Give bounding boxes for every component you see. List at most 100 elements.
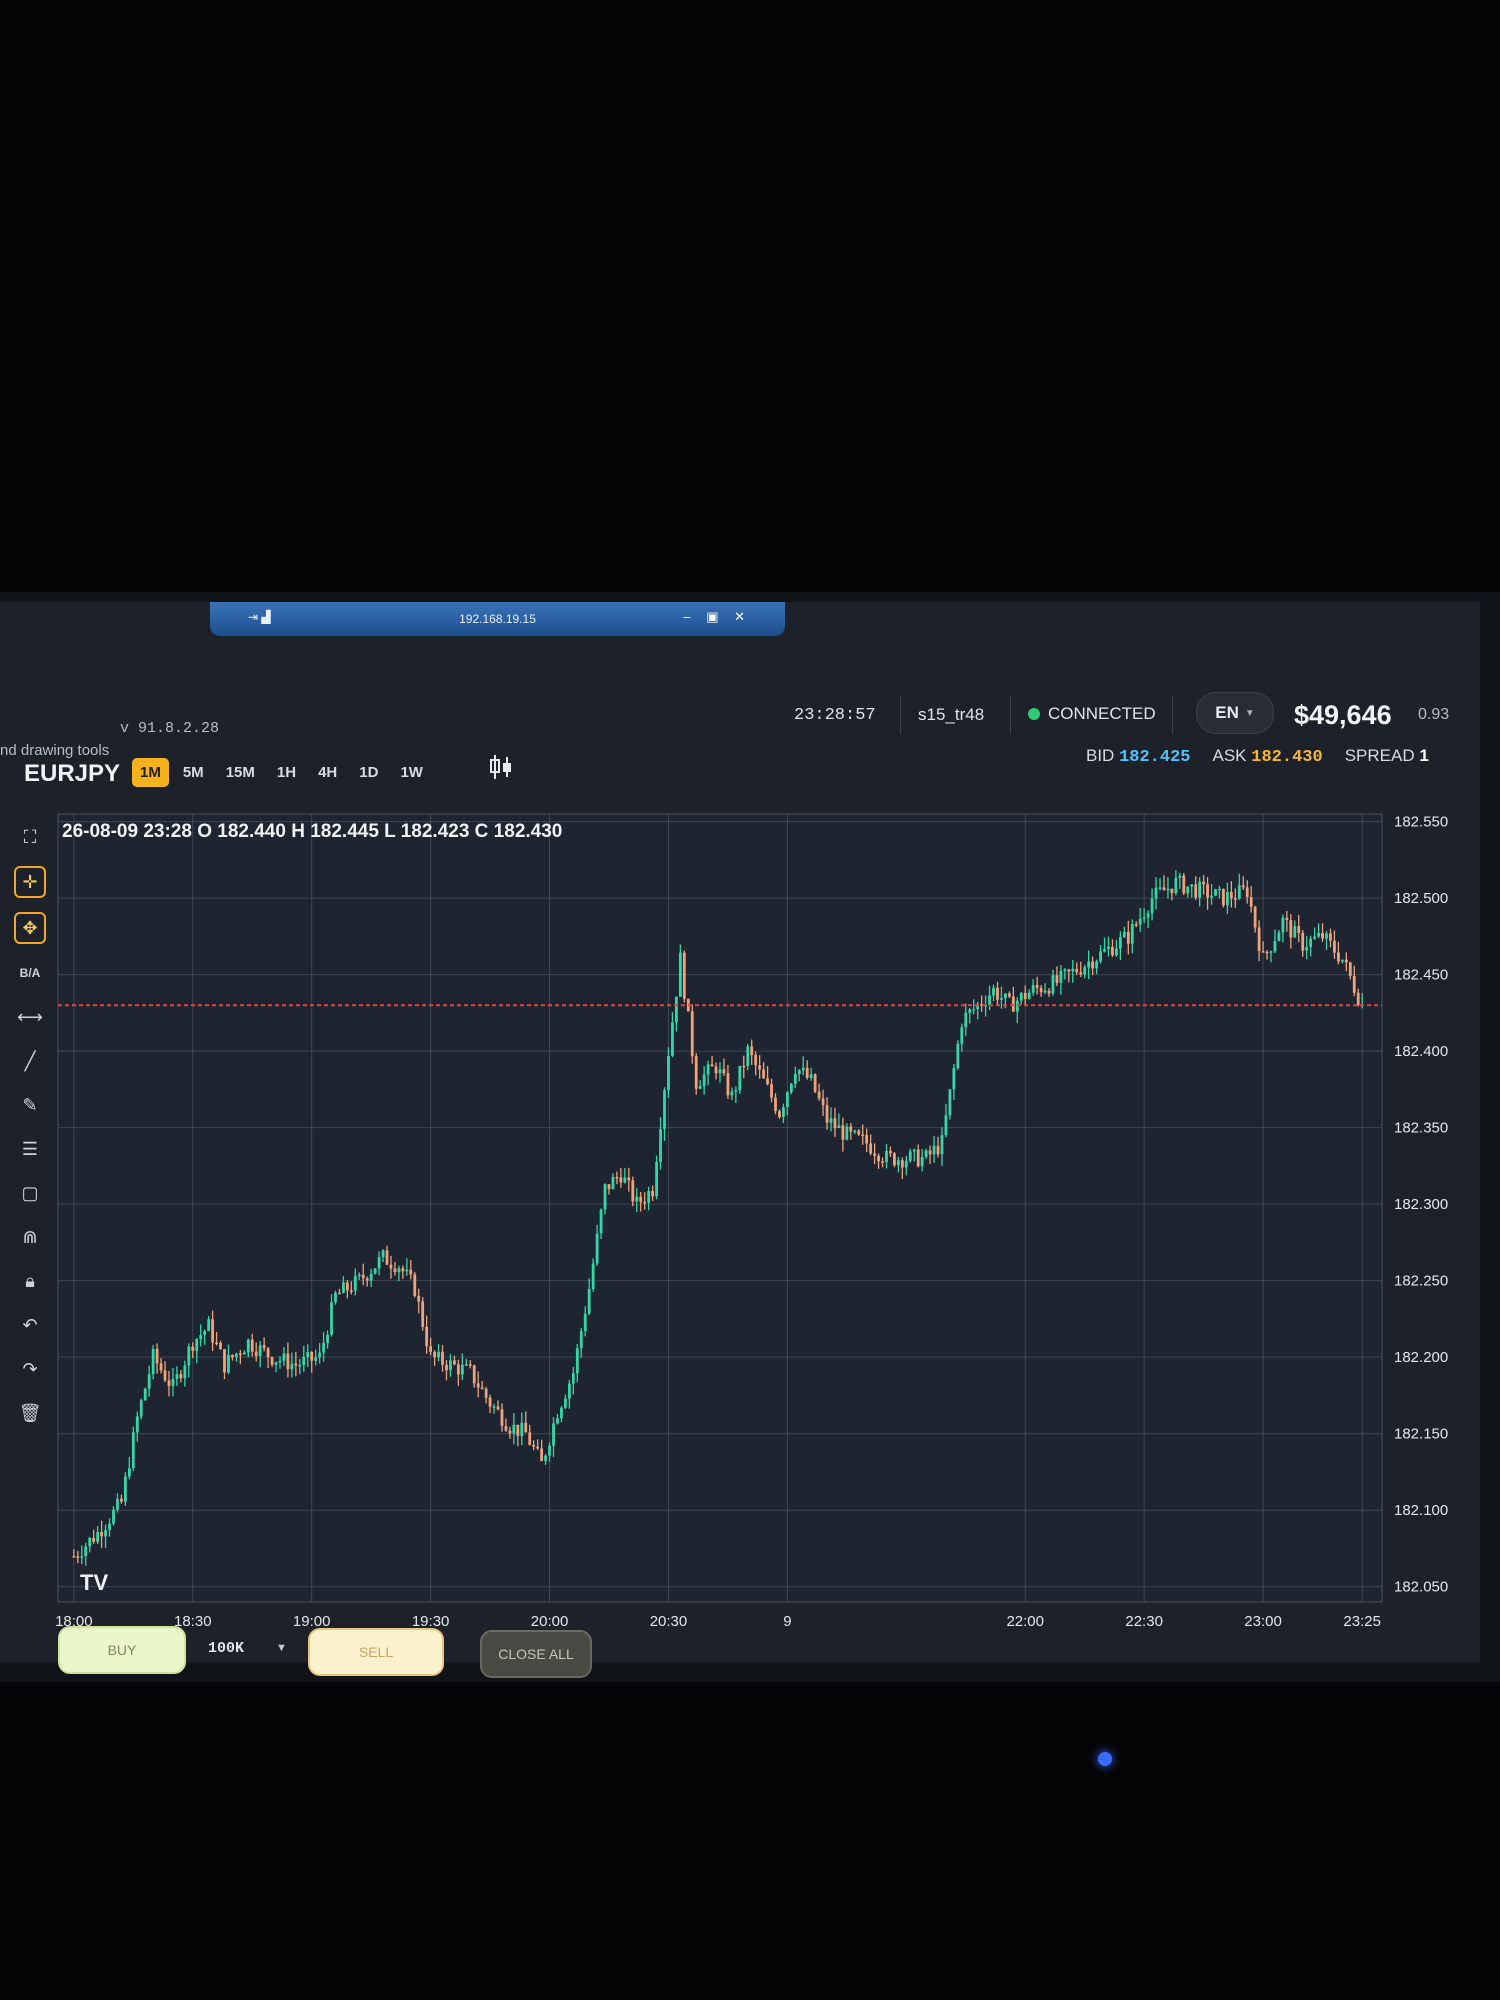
candle-body: [1297, 926, 1301, 933]
candle-body: [373, 1268, 377, 1274]
candle-body: [611, 1177, 615, 1190]
plot-area: [57, 813, 1383, 1603]
candle-body: [250, 1339, 254, 1352]
candle-body: [1257, 927, 1261, 952]
fullscreen-icon[interactable]: ⛶: [15, 822, 45, 852]
candle-body: [84, 1546, 88, 1557]
undo-icon[interactable]: ↶: [15, 1310, 45, 1340]
candle-body: [1174, 877, 1178, 894]
candle-body: [282, 1353, 286, 1361]
candle-body: [587, 1289, 591, 1314]
trash-icon[interactable]: 🗑︎: [15, 1398, 45, 1428]
timeframe-1d[interactable]: 1D: [351, 758, 386, 787]
candle-body: [1329, 933, 1332, 941]
fibonacci-icon[interactable]: ☰: [15, 1134, 45, 1164]
crosshair-icon[interactable]: ✛: [14, 866, 46, 898]
divider: [1172, 696, 1173, 734]
candle-body: [231, 1354, 234, 1358]
candle-body: [429, 1346, 433, 1352]
candle-body: [655, 1161, 658, 1197]
candle-body: [508, 1430, 512, 1434]
language-select[interactable]: EN ▼: [1196, 692, 1274, 734]
candle-body: [191, 1346, 195, 1351]
candle-body: [591, 1263, 595, 1290]
candle-body: [159, 1363, 163, 1371]
candle-body: [988, 995, 991, 1005]
close-all-button[interactable]: CLOSE ALL: [480, 1630, 592, 1678]
chevron-down-icon[interactable]: ▼: [276, 1642, 287, 1654]
connection-status: CONNECTED: [1028, 704, 1156, 724]
sell-button[interactable]: SELL: [308, 1628, 444, 1676]
candle-body: [207, 1319, 211, 1331]
candle-body: [853, 1130, 857, 1133]
lock-icon[interactable]: 🔒︎: [15, 1266, 45, 1296]
candlestick-chart[interactable]: 182.550 182.500 182.450 182.400 182.350 182.3…: [52, 802, 1462, 1628]
drawing-toolbar: ⛶ ✛ ✥ B/A ⟷ ╱ ✎ ☰ ▢ ⋒ 🔒︎ ↶ ↷ 🗑︎: [8, 814, 52, 1627]
candle-body: [603, 1184, 607, 1210]
pencil-icon[interactable]: ✎: [15, 1090, 45, 1120]
candle-body: [782, 1107, 785, 1118]
bid-quote: BID 182.425: [1086, 746, 1191, 767]
candle-body: [1099, 951, 1102, 962]
candle-body: [825, 1105, 829, 1123]
timeframe-1m[interactable]: 1M: [132, 758, 169, 787]
chevron-down-icon: ▼: [1244, 707, 1255, 719]
candle-body: [754, 1055, 758, 1066]
candle-body: [1289, 920, 1293, 938]
magnet-icon[interactable]: ⋒: [15, 1222, 45, 1252]
candle-body: [413, 1274, 417, 1296]
move-icon[interactable]: ✥: [14, 912, 46, 944]
trade-bar: BUY 100K ▼ SELL CLOSE ALL: [54, 1614, 1454, 1684]
trend-line-icon[interactable]: ╱: [15, 1046, 45, 1076]
candle-body: [143, 1388, 147, 1401]
remote-desktop-bar[interactable]: ⇥ ▟ 192.168.19.15 – ▣ ✕: [210, 602, 785, 636]
candle-body: [869, 1143, 873, 1154]
bid-value: 182.425: [1119, 748, 1191, 767]
timeframe-15m[interactable]: 15M: [218, 758, 263, 787]
candle-body: [532, 1444, 536, 1447]
account-user[interactable]: s15_tr48: [918, 705, 984, 725]
timeframe-5m[interactable]: 5M: [175, 758, 212, 787]
price-chart[interactable]: 182.550 182.500 182.450 182.400 182.350 182.3…: [52, 802, 1462, 1628]
candle-body: [433, 1351, 436, 1358]
candle-body: [1210, 895, 1213, 898]
candle-body: [671, 1022, 674, 1056]
redo-icon[interactable]: ↷: [15, 1354, 45, 1384]
candle-body: [714, 1066, 718, 1074]
timeframe-1h[interactable]: 1H: [269, 758, 304, 787]
candle-body: [1118, 937, 1122, 949]
candle-body: [908, 1151, 912, 1161]
power-led-icon: [1098, 1752, 1112, 1766]
rectangle-icon[interactable]: ▢: [15, 1178, 45, 1208]
horizontal-ray-icon[interactable]: ⟷: [15, 1002, 45, 1032]
candle-body: [270, 1357, 274, 1365]
lot-size-select[interactable]: 100K: [208, 1640, 244, 1657]
candle-body: [175, 1374, 179, 1380]
buy-button[interactable]: BUY: [58, 1626, 186, 1674]
candle-body: [1229, 891, 1233, 899]
timeframe-4h[interactable]: 4H: [310, 758, 345, 787]
timeframe-1w[interactable]: 1W: [392, 758, 431, 787]
candle-body: [1186, 886, 1190, 894]
tradingview-logo: TV: [80, 1570, 108, 1595]
candle-body: [1154, 887, 1158, 899]
candle-body: [278, 1360, 282, 1363]
candle-body: [651, 1191, 655, 1197]
candle-body: [88, 1537, 92, 1547]
candle-body: [718, 1069, 722, 1074]
candle-body: [829, 1118, 833, 1123]
candle-body: [865, 1135, 869, 1144]
remote-window-controls[interactable]: – ▣ ✕: [683, 609, 751, 625]
candlestick-type-icon[interactable]: [486, 752, 516, 782]
bid-ask-toggle[interactable]: B/A: [15, 958, 45, 988]
remote-connection-icon[interactable]: ⇥ ▟: [248, 610, 271, 624]
candle-body: [1146, 913, 1150, 918]
candle-body: [702, 1074, 706, 1087]
symbol-label[interactable]: EURJPY: [24, 760, 120, 788]
candle-body: [1249, 896, 1253, 907]
candle-body: [389, 1264, 393, 1269]
candle-body: [500, 1409, 504, 1427]
candle-body: [1348, 962, 1352, 977]
candle-body: [405, 1269, 409, 1272]
candle-body: [1011, 996, 1015, 1012]
